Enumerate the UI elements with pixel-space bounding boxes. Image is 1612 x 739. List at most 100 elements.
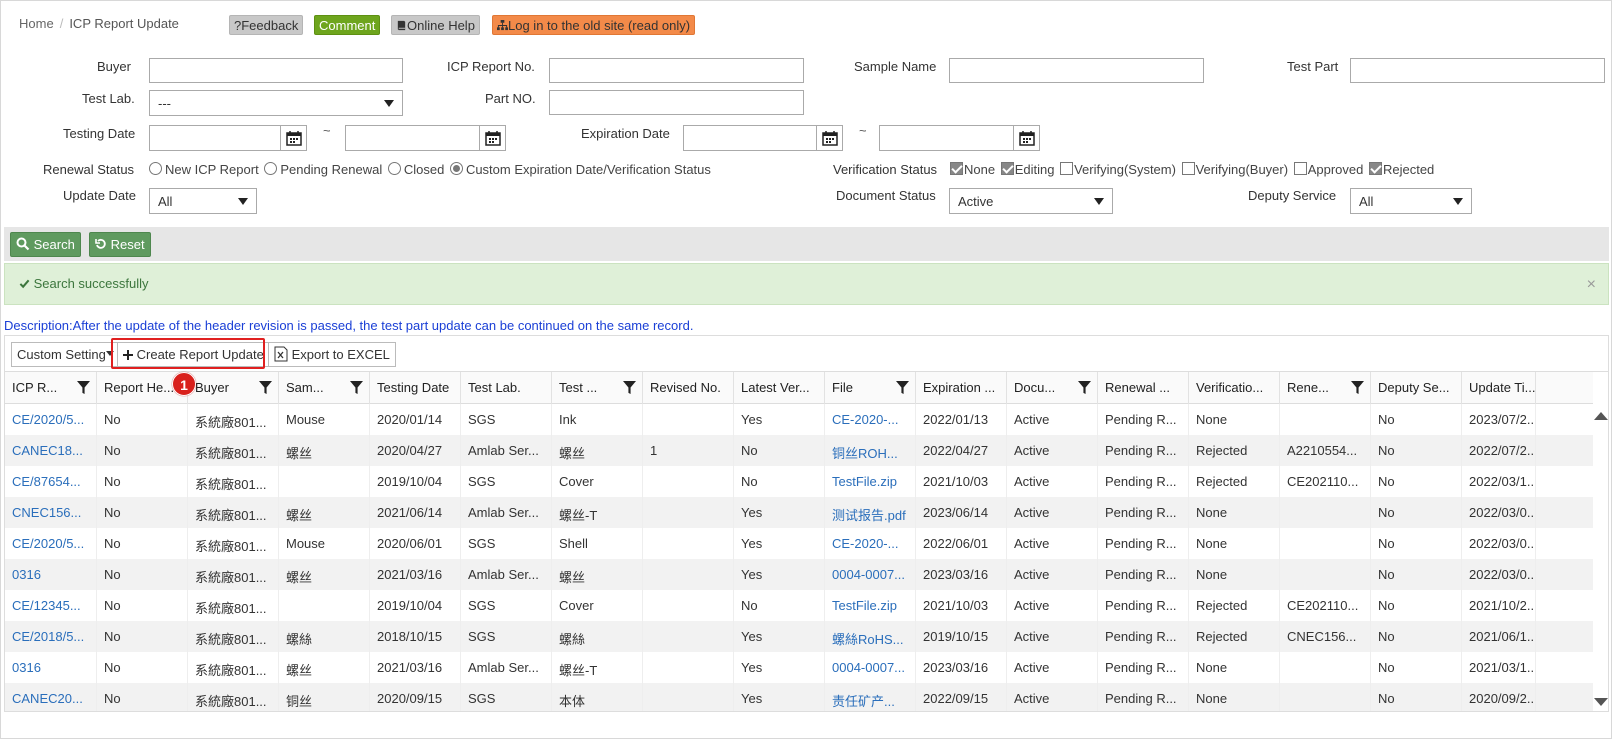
sample-name-input[interactable] <box>949 58 1204 83</box>
create-report-update-button[interactable]: Create Report Update <box>117 342 270 367</box>
column-header[interactable]: Sam... <box>279 372 370 404</box>
feedback-button[interactable]: ?Feedback <box>229 15 304 35</box>
part-no-input[interactable] <box>549 90 804 115</box>
column-header[interactable]: Update Ti... <box>1462 372 1536 404</box>
update-date-select[interactable]: All <box>149 188 257 214</box>
close-icon[interactable]: × <box>1587 276 1596 294</box>
calendar-icon[interactable] <box>1013 126 1039 150</box>
table-row[interactable]: CANEC20... No 系統廠801... 铜丝 2020/09/15 SGS 本体 Ye… <box>5 683 1595 711</box>
vertical-scrollbar[interactable] <box>1593 372 1608 711</box>
filter-icon[interactable] <box>259 381 272 394</box>
table-cell-link[interactable]: 0004-0007... <box>825 652 916 683</box>
column-header[interactable]: Test Lab. <box>461 372 552 404</box>
table-row[interactable]: CE/12345... No 系統廠801... 2019/10/04 SGS Cover… <box>5 590 1595 621</box>
filter-icon[interactable] <box>623 381 636 394</box>
scroll-up-icon[interactable] <box>1594 412 1608 420</box>
table-row[interactable]: CNEC156... No 系統廠801... 螺丝 2021/06/14 Amlab S… <box>5 497 1595 528</box>
reset-button[interactable]: Reset <box>89 232 151 257</box>
export-excel-button[interactable]: Export to EXCEL <box>268 342 396 367</box>
column-header[interactable]: File <box>825 372 916 404</box>
table-cell-link[interactable]: 铜丝ROH... <box>825 435 916 466</box>
renewal-radio-closed[interactable] <box>387 162 401 175</box>
table-cell: No <box>97 559 188 590</box>
table-cell: A2210554... <box>1280 435 1371 466</box>
filter-icon[interactable] <box>1351 381 1364 394</box>
column-header[interactable]: Renewal ... <box>1098 372 1189 404</box>
table-cell-link[interactable]: CE/2018/5... <box>5 621 97 652</box>
verification-checkbox-approved[interactable] <box>1293 162 1307 175</box>
table-cell-link[interactable]: CE/87654... <box>5 466 97 497</box>
renewal-option-label: Pending Renewal <box>280 162 383 177</box>
table-row[interactable]: CE/2020/5... No 系統廠801... Mouse 2020/06/01 SG… <box>5 528 1595 559</box>
calendar-icon[interactable] <box>479 126 505 150</box>
column-header[interactable]: Testing Date <box>370 372 461 404</box>
test-lab-select[interactable]: --- <box>149 90 403 116</box>
verification-checkbox-verifying-buyer[interactable] <box>1181 162 1195 175</box>
icp-report-no-input[interactable] <box>549 58 804 83</box>
column-header[interactable]: Verificatio... <box>1189 372 1280 404</box>
testing-date-from[interactable] <box>149 125 307 151</box>
search-button[interactable]: Search <box>10 232 81 257</box>
calendar-icon[interactable] <box>280 126 306 150</box>
column-header[interactable]: Revised No. <box>643 372 734 404</box>
column-header-label: Revised No. <box>650 380 721 395</box>
column-header[interactable]: Buyer <box>188 372 279 404</box>
table-cell-link[interactable]: CE-2020-... <box>825 404 916 435</box>
online-help-button[interactable]: Online Help <box>391 15 480 35</box>
table-cell-link[interactable]: 0004-0007... <box>825 559 916 590</box>
table-cell-link[interactable]: CE/2020/5... <box>5 404 97 435</box>
column-header[interactable]: Test ... <box>552 372 643 404</box>
document-status-select[interactable]: Active <box>949 188 1113 214</box>
renewal-radio-pending[interactable] <box>264 162 278 175</box>
table-cell-link[interactable]: CNEC156... <box>5 497 97 528</box>
deputy-service-select[interactable]: All <box>1350 188 1472 214</box>
table-cell-link[interactable]: 0316 <box>5 652 97 683</box>
table-cell-link[interactable]: 测试报告.pdf <box>825 497 916 528</box>
verification-checkbox-rejected[interactable] <box>1368 162 1382 175</box>
test-part-input[interactable] <box>1350 58 1605 83</box>
column-header[interactable]: ICP R... <box>5 372 97 404</box>
verification-checkbox-verifying-system[interactable] <box>1060 162 1074 175</box>
table-cell-link[interactable]: TestFile.zip <box>825 590 916 621</box>
breadcrumb-home[interactable]: Home <box>19 16 54 31</box>
table-cell-link[interactable]: CE-2020-... <box>825 528 916 559</box>
filter-icon[interactable] <box>896 381 909 394</box>
table-cell-link[interactable]: CANEC18... <box>5 435 97 466</box>
renewal-radio-custom[interactable] <box>449 162 463 175</box>
scroll-down-icon[interactable] <box>1594 698 1608 706</box>
column-header[interactable]: Deputy Se... <box>1371 372 1462 404</box>
old-site-button[interactable]: Log in to the old site (read only) <box>492 15 696 35</box>
column-header[interactable]: Latest Ver... <box>734 372 825 404</box>
filter-icon[interactable] <box>77 381 90 394</box>
comment-button[interactable]: Comment <box>314 15 381 35</box>
table-cell: No <box>1371 621 1462 652</box>
testing-date-to[interactable] <box>345 125 506 151</box>
filter-icon[interactable] <box>350 381 363 394</box>
column-header[interactable]: Expiration ... <box>916 372 1007 404</box>
table-cell-link[interactable]: TestFile.zip <box>825 466 916 497</box>
table-cell-link[interactable]: CE/2020/5... <box>5 528 97 559</box>
table-cell-link[interactable]: 责任矿产... <box>825 683 916 711</box>
expiration-date-from[interactable] <box>683 125 843 151</box>
renewal-radio-new[interactable] <box>149 162 162 175</box>
buyer-input[interactable] <box>149 58 403 83</box>
column-header[interactable]: Docu... <box>1007 372 1098 404</box>
verification-checkbox-none[interactable] <box>950 162 963 175</box>
column-header[interactable]: Rene... <box>1280 372 1371 404</box>
table-cell-link[interactable]: 0316 <box>5 559 97 590</box>
table-cell-link[interactable]: 螺絲RoHS... <box>825 621 916 652</box>
table-row[interactable]: 0316 No 系統廠801... 螺丝 2021/03/16 Amlab Ser... 螺… <box>5 559 1595 590</box>
table-row[interactable]: CE/2020/5... No 系統廠801... Mouse 2020/01/14 SG… <box>5 404 1595 435</box>
verification-checkbox-editing[interactable] <box>1000 162 1014 175</box>
table-row[interactable]: CE/2018/5... No 系統廠801... 螺絲 2018/10/15 SGS 螺絲… <box>5 621 1595 652</box>
filter-icon[interactable] <box>1078 381 1091 394</box>
table-row[interactable]: 0316 No 系統廠801... 螺丝 2021/03/16 Amlab Ser... 螺… <box>5 652 1595 683</box>
table-cell-link[interactable]: CE/12345... <box>5 590 97 621</box>
table-cell: CNEC156... <box>1280 621 1371 652</box>
calendar-icon[interactable] <box>816 126 842 150</box>
table-cell-link[interactable]: CANEC20... <box>5 683 97 711</box>
table-row[interactable]: CE/87654... No 系統廠801... 2019/10/04 SGS Cover… <box>5 466 1595 497</box>
custom-setting-button[interactable]: Custom Setting <box>11 342 120 367</box>
table-row[interactable]: CANEC18... No 系統廠801... 螺丝 2020/04/27 Amlab S… <box>5 435 1595 466</box>
expiration-date-to[interactable] <box>879 125 1040 151</box>
